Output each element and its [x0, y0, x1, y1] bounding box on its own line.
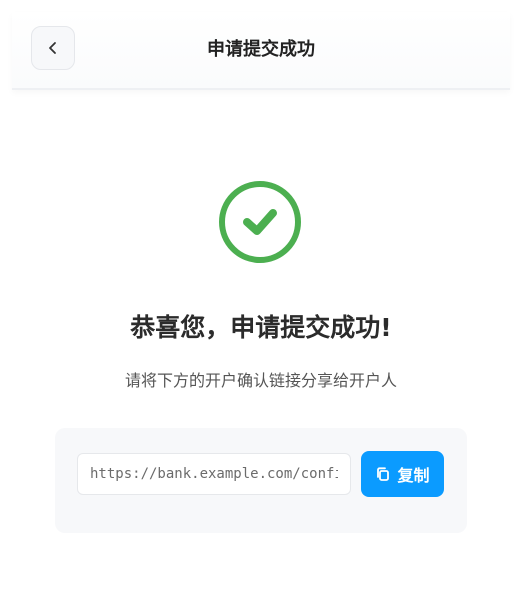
- page-title: 申请提交成功: [207, 39, 315, 60]
- page-header: 申请提交成功: [12, 12, 510, 90]
- check-circle-icon: [217, 179, 303, 265]
- copy-button-label: 复制: [397, 466, 430, 485]
- share-instruction: 请将下方的开户确认链接分享给开户人: [124, 371, 397, 390]
- link-card: 复制: [55, 428, 467, 533]
- copy-button[interactable]: 复制: [361, 451, 444, 497]
- success-heading: 恭喜您，申请提交成功!: [130, 313, 392, 342]
- success-screen: 申请提交成功 恭喜您，申请提交成功! 请将下方的开户确认链接分享给开户人 复制: [0, 0, 522, 615]
- copy-icon: [375, 466, 391, 482]
- confirmation-link-field[interactable]: [77, 453, 351, 495]
